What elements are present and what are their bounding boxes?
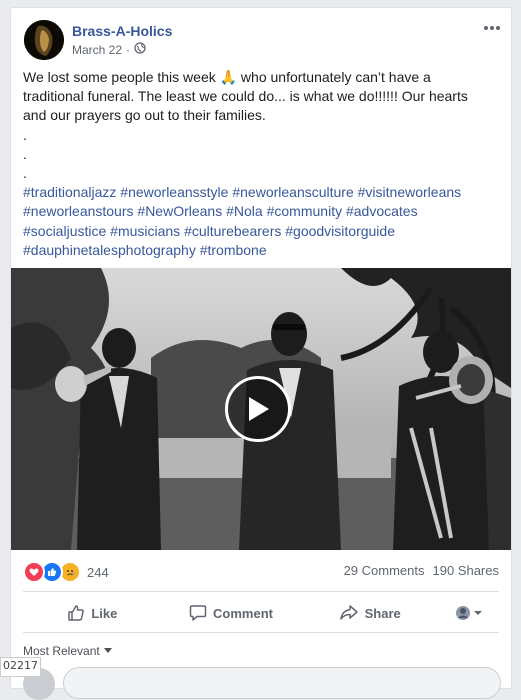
hashtag-link[interactable]: #dauphinetalesphotography xyxy=(23,242,196,258)
dot xyxy=(490,26,494,30)
action-bar: Like Comment Share xyxy=(23,597,499,629)
post-text-line: traditional funeral. The least we could … xyxy=(23,88,468,105)
thumbs-up-icon xyxy=(68,605,85,621)
love-reaction-icon xyxy=(23,561,45,583)
stats-right: 29 Comments 190 Shares xyxy=(344,563,499,578)
reactions-summary[interactable]: 244 xyxy=(23,561,109,583)
hashtag-link[interactable]: #goodvisitorguide xyxy=(285,223,395,239)
hashtag-link[interactable]: #neworleansstyle xyxy=(120,184,228,200)
hashtag-link[interactable]: #advocates xyxy=(346,203,418,219)
comment-sort-dropdown[interactable]: Most Relevant xyxy=(23,644,112,658)
comment-button[interactable]: Comment xyxy=(162,597,301,629)
play-button[interactable] xyxy=(225,376,291,442)
divider xyxy=(23,591,499,592)
dot xyxy=(484,26,488,30)
like-label: Like xyxy=(91,605,118,621)
sort-label: Most Relevant xyxy=(23,644,100,658)
hashtag-link[interactable]: #Nola xyxy=(226,203,263,219)
hashtag-link[interactable]: #trombone xyxy=(200,242,267,258)
hashtag-line: #socialjustice #musicians #culturebearer… xyxy=(23,222,499,241)
post-card: Brass-A-Holics March 22 · We lost some p… xyxy=(10,7,512,700)
divider xyxy=(23,632,499,633)
post-meta: March 22 · xyxy=(72,42,146,57)
hashtag-link[interactable]: #culturebearers xyxy=(184,223,281,239)
hashtag-link[interactable]: #visitneworleans xyxy=(358,184,462,200)
post-text-line: . xyxy=(23,165,27,182)
comment-input[interactable] xyxy=(63,667,501,699)
post-text: We lost some people this week 🙏 who unfo… xyxy=(23,68,499,260)
dot xyxy=(496,26,500,30)
chevron-down-icon xyxy=(103,648,112,653)
hashtag-link[interactable]: #neworleansculture xyxy=(232,184,353,200)
shares-count-link[interactable]: 190 Shares xyxy=(433,563,500,578)
profile-chevron-down-icon xyxy=(456,606,483,620)
comment-icon xyxy=(189,605,207,621)
hashtag-line: #traditionaljazz #neworleansstyle #newor… xyxy=(23,183,499,202)
post-date[interactable]: March 22 xyxy=(72,43,122,57)
page-avatar[interactable] xyxy=(24,20,64,60)
hashtag-link[interactable]: #neworleanstours xyxy=(23,203,134,219)
hashtag-link[interactable]: #community xyxy=(267,203,342,219)
hashtag-link[interactable]: #socialjustice xyxy=(23,223,106,239)
overlay-label: 02217 xyxy=(0,657,41,677)
share-button[interactable]: Share xyxy=(300,597,439,629)
share-label: Share xyxy=(364,605,401,621)
meta-separator: · xyxy=(126,42,131,57)
share-icon xyxy=(339,605,358,620)
post-text-line: and our prayers go out to their families… xyxy=(23,107,266,124)
hashtag-line: #dauphinetalesphotography #trombone xyxy=(23,241,499,260)
hashtag-block: #traditionaljazz #neworleansstyle #newor… xyxy=(23,183,499,260)
post-text-line: . xyxy=(23,126,27,143)
reaction-audience-selector[interactable] xyxy=(439,597,499,629)
more-options-button[interactable] xyxy=(481,18,503,38)
hashtag-line: #neworleanstours #NewOrleans #Nola #comm… xyxy=(23,202,499,221)
page-name-link[interactable]: Brass-A-Holics xyxy=(72,23,172,39)
hashtag-link[interactable]: #musicians xyxy=(110,223,180,239)
comments-count-link[interactable]: 29 Comments xyxy=(344,563,425,578)
globe-icon xyxy=(134,42,146,57)
post-text-line: We lost some people this week 🙏 who unfo… xyxy=(23,69,431,85)
like-button[interactable]: Like xyxy=(23,597,162,629)
hashtag-link[interactable]: #NewOrleans xyxy=(137,203,222,219)
reaction-count: 244 xyxy=(87,564,109,580)
post-text-line: . xyxy=(23,145,27,162)
play-icon xyxy=(249,397,269,421)
video-player[interactable] xyxy=(11,268,511,550)
hashtag-link[interactable]: #traditionaljazz xyxy=(23,184,116,200)
engagement-stats: 244 29 Comments 190 Shares xyxy=(23,561,499,583)
comment-label: Comment xyxy=(213,605,273,621)
